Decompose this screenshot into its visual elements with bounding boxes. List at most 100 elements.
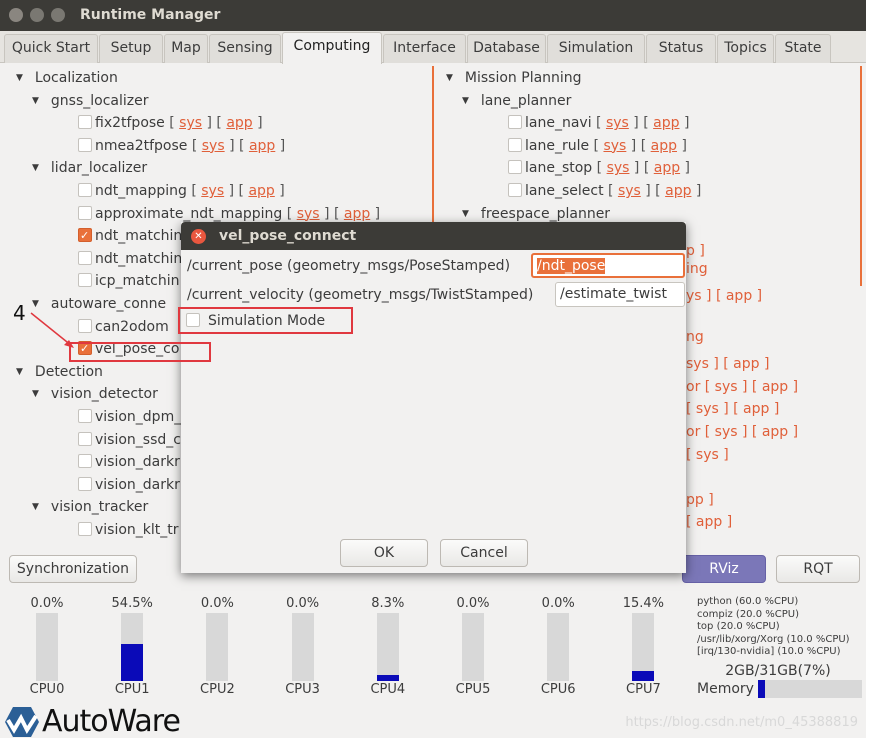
tree-item-fragment[interactable]: ing — [686, 259, 708, 279]
tree-item-fragment[interactable]: or [ sys ] [ app ] — [686, 422, 798, 442]
app-link[interactable]: app — [665, 183, 691, 199]
tree-item[interactable]: can2odom — [78, 317, 169, 337]
tab-database[interactable]: Database — [467, 34, 546, 63]
checkbox[interactable] — [78, 250, 92, 265]
expand-triangle-icon[interactable]: ▼ — [16, 68, 23, 88]
tab-setup[interactable]: Setup — [99, 34, 163, 63]
close-window-icon[interactable] — [9, 8, 23, 22]
tree-item-fragment[interactable]: ys ] [ app ] — [686, 286, 762, 306]
tree-item-fragment[interactable]: [ sys ] — [686, 445, 729, 465]
minimize-window-icon[interactable] — [30, 8, 44, 22]
tree-item-fragment[interactable]: p ] — [686, 241, 705, 261]
scrollbar[interactable] — [860, 66, 862, 286]
sys-link[interactable]: sys — [201, 183, 224, 199]
tree-item[interactable]: vision_klt_tr — [78, 520, 179, 540]
tree-group[interactable]: ▼ lane_planner — [462, 91, 571, 111]
tab-computing[interactable]: Computing — [282, 32, 382, 64]
checkbox[interactable] — [78, 318, 92, 333]
app-link[interactable]: app — [651, 138, 677, 154]
tree-item-fragment[interactable]: or [ sys ] [ app ] — [686, 377, 798, 397]
tree-group[interactable]: ▼ vision_tracker — [32, 497, 148, 517]
tree-item-fragment[interactable]: [ sys ] [ app ] — [686, 399, 779, 419]
tree-group[interactable]: ▼ vision_detector — [32, 384, 158, 404]
tab-status[interactable]: Status — [646, 34, 716, 63]
tree-item[interactable]: lane_navi [ sys ] [ app ] — [508, 113, 689, 133]
current-velocity-input[interactable]: /estimate_twist — [555, 282, 685, 307]
cancel-button[interactable]: Cancel — [440, 539, 528, 567]
sys-link[interactable]: sys — [603, 138, 626, 154]
checkbox[interactable] — [78, 476, 92, 491]
tree-item[interactable]: ndt_mapping [ sys ] [ app ] — [78, 181, 285, 201]
tree-item[interactable]: approximate_ndt_mapping [ sys ] [ app ] — [78, 204, 380, 224]
expand-triangle-icon[interactable]: ▼ — [32, 158, 39, 178]
tree-group[interactable]: ▼ gnss_localizer — [32, 91, 149, 111]
app-link[interactable]: app — [248, 183, 274, 199]
tab-map[interactable]: Map — [164, 34, 208, 63]
tree-item[interactable]: ndt_matchin — [78, 249, 182, 269]
checkbox[interactable] — [78, 137, 92, 152]
expand-triangle-icon[interactable]: ▼ — [446, 68, 453, 88]
tree-item-fragment[interactable]: pp ] — [686, 490, 714, 510]
rviz-button[interactable]: RViz — [682, 555, 766, 583]
checkbox[interactable] — [508, 115, 522, 130]
tree-item[interactable]: icp_matchin — [78, 271, 180, 291]
expand-triangle-icon[interactable]: ▼ — [462, 91, 469, 111]
dialog-close-icon[interactable]: ✕ — [191, 229, 206, 244]
tree-item[interactable]: lane_stop [ sys ] [ app ] — [508, 158, 690, 178]
checkbox[interactable] — [508, 183, 522, 197]
checkbox[interactable] — [78, 409, 92, 423]
app-link[interactable]: app — [344, 206, 370, 222]
tree-item[interactable]: lane_rule [ sys ] [ app ] — [508, 136, 687, 156]
current-pose-input[interactable]: /ndt_pose — [531, 253, 685, 278]
tree-item-fragment[interactable]: ng — [686, 327, 704, 347]
sys-link[interactable]: sys — [606, 115, 629, 131]
expand-triangle-icon[interactable]: ▼ — [32, 91, 39, 111]
checkbox[interactable] — [78, 522, 92, 536]
checkbox[interactable] — [508, 137, 522, 152]
tree-item[interactable]: lane_select [ sys ] [ app ] — [508, 181, 701, 201]
tab-interface[interactable]: Interface — [383, 34, 466, 63]
tree-group[interactable]: ▼ Detection — [16, 362, 103, 382]
tree-group[interactable]: ▼ Localization — [16, 68, 118, 88]
tree-item[interactable]: fix2tfpose [ sys ] [ app ] — [78, 113, 263, 133]
app-link[interactable]: app — [226, 115, 252, 131]
checkbox[interactable] — [78, 115, 92, 130]
tree-item[interactable]: vision_darkr — [78, 452, 180, 472]
tab-simulation[interactable]: Simulation — [547, 34, 645, 63]
checkbox[interactable] — [78, 273, 92, 288]
app-link[interactable]: app — [654, 160, 680, 176]
maximize-window-icon[interactable] — [51, 8, 65, 22]
tree-group[interactable]: ▼ freespace_planner — [462, 204, 610, 224]
tree-item[interactable]: nmea2tfpose [ sys ] [ app ] — [78, 136, 285, 156]
expand-triangle-icon[interactable]: ▼ — [16, 362, 23, 382]
sys-link[interactable]: sys — [179, 115, 202, 131]
synchronization-button[interactable]: Synchronization — [9, 555, 137, 583]
tree-item-fragment[interactable]: [ app ] — [686, 512, 732, 532]
expand-triangle-icon[interactable]: ▼ — [32, 384, 39, 404]
app-link[interactable]: app — [653, 115, 679, 131]
ok-button[interactable]: OK — [340, 539, 428, 567]
sys-link[interactable]: sys — [618, 183, 641, 199]
checkbox[interactable] — [78, 226, 92, 246]
checkbox[interactable] — [78, 183, 92, 197]
sys-link[interactable]: sys — [607, 160, 630, 176]
sys-link[interactable]: sys — [297, 206, 320, 222]
app-link[interactable]: app — [249, 138, 275, 154]
tab-quick-start[interactable]: Quick Start — [4, 34, 98, 63]
tree-item[interactable]: vision_dpm_ — [78, 407, 181, 427]
tree-group[interactable]: ▼ lidar_localizer — [32, 158, 147, 178]
expand-triangle-icon[interactable]: ▼ — [462, 204, 469, 224]
tab-state[interactable]: State — [775, 34, 831, 63]
tab-topics[interactable]: Topics — [717, 34, 774, 63]
checkbox[interactable] — [508, 160, 522, 175]
sys-link[interactable]: sys — [202, 138, 225, 154]
tree-group[interactable]: ▼ Mission Planning — [446, 68, 582, 88]
checkbox[interactable] — [78, 431, 92, 446]
checkbox[interactable] — [78, 454, 92, 469]
tab-sensing[interactable]: Sensing — [209, 34, 281, 63]
tree-item[interactable]: vision_ssd_c — [78, 430, 181, 450]
tree-item[interactable]: vision_darkr — [78, 475, 180, 495]
tree-item-fragment[interactable]: sys ] [ app ] — [686, 354, 769, 374]
expand-triangle-icon[interactable]: ▼ — [32, 497, 39, 517]
checkbox[interactable] — [78, 205, 92, 220]
